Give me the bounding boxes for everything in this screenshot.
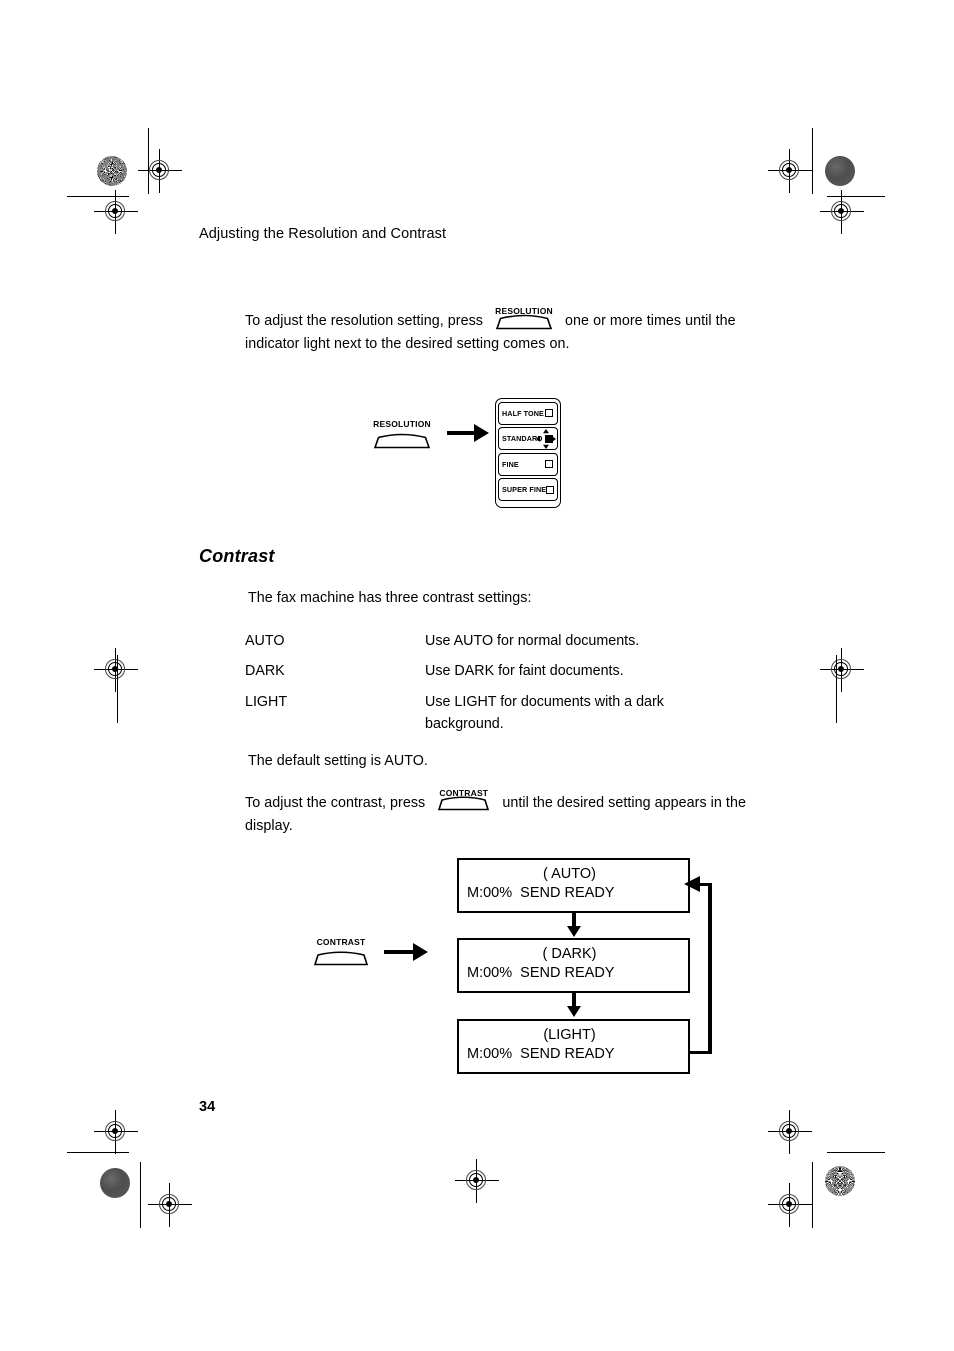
contrast-setting-description: Use LIGHT for documents with a dark back… — [425, 694, 664, 732]
contrast-instruction-line2: display. — [245, 818, 293, 834]
registration-target — [148, 1183, 192, 1227]
registration-target — [820, 190, 864, 234]
resolution-instruction-part2: one or more times until the — [565, 313, 736, 329]
resolution-key-glyph-inline[interactable]: RESOLUTION — [495, 306, 553, 330]
resolution-diagram-arrow-icon — [447, 424, 489, 442]
contrast-setting-name: LIGHT — [245, 694, 288, 710]
lcd-line-2: M:00% SEND READY — [467, 885, 615, 901]
trim-line — [812, 1162, 814, 1228]
resolution-indicator-panel: HALF TONE STANDARD FINE SUPER FINE — [495, 398, 561, 508]
registration-target — [94, 648, 138, 692]
contrast-key-glyph-inline[interactable]: CONTRAST — [437, 788, 490, 811]
contrast-screen-dark: ( DARK) M:00% SEND READY — [457, 938, 690, 993]
lcd-line-1: ( AUTO) — [543, 866, 596, 882]
contrast-diagram-arrow-icon — [384, 943, 428, 961]
halftone-patch — [97, 156, 127, 186]
contrast-default-note: The default setting is AUTO. — [248, 753, 428, 769]
resolution-indicator-led — [545, 434, 553, 443]
contrast-instruction-paragraph: To adjust the contrast, press CONTRAST u… — [245, 788, 785, 815]
contrast-setting-row: DARK Use DARK for faint documents. — [245, 660, 745, 682]
trim-line — [836, 655, 838, 723]
page-number: 34 — [199, 1099, 216, 1115]
contrast-setting-description: Use AUTO for normal documents. — [425, 633, 640, 649]
resolution-indicator-led — [545, 460, 553, 469]
resolution-key-label: RESOLUTION — [495, 305, 553, 316]
registration-target — [768, 1183, 812, 1227]
trim-line — [827, 1152, 885, 1154]
resolution-row-label: STANDARD — [502, 434, 543, 444]
resolution-indicator-led — [545, 409, 553, 417]
contrast-setting-name: AUTO — [245, 633, 285, 649]
page-running-head: Adjusting the Resolution and Contrast — [199, 226, 447, 242]
registration-target — [768, 149, 812, 193]
contrast-diagram-key-label: CONTRAST — [316, 937, 366, 947]
lcd-line-2: M:00% SEND READY — [467, 1046, 615, 1062]
registration-target — [94, 190, 138, 234]
registration-target — [455, 1159, 499, 1203]
lcd-line-2: M:00% SEND READY — [467, 965, 615, 981]
key-shape-icon — [313, 951, 369, 966]
contrast-key-glyph-diagram[interactable]: CONTRAST — [313, 937, 369, 966]
resolution-instruction-paragraph: To adjust the resolution setting, press … — [245, 306, 765, 333]
halftone-patch — [825, 156, 855, 186]
contrast-setting-row: LIGHT Use LIGHT for documents with a dark… — [245, 691, 745, 735]
trim-line — [812, 128, 814, 194]
resolution-indicator-led — [546, 485, 555, 494]
contrast-flow-arrow-auto-to-dark — [566, 913, 582, 937]
trim-line — [67, 1152, 129, 1154]
halftone-patch — [100, 1168, 130, 1198]
contrast-screen-light: (LIGHT) M:00% SEND READY — [457, 1019, 690, 1074]
lcd-line-1: (LIGHT) — [543, 1027, 596, 1043]
resolution-row-label: FINE — [502, 459, 519, 469]
lcd-line-1: ( DARK) — [542, 946, 597, 962]
registration-target — [138, 149, 182, 193]
registration-target — [94, 1110, 138, 1154]
resolution-row-label: HALF TONE — [502, 408, 544, 418]
trim-line — [140, 1162, 142, 1228]
key-shape-icon — [373, 433, 431, 449]
resolution-diagram-key-label: RESOLUTION — [373, 419, 431, 429]
contrast-intro-text: The fax machine has three contrast setti… — [248, 590, 532, 606]
resolution-key-glyph-diagram[interactable]: RESOLUTION — [373, 419, 431, 449]
contrast-instruction-part1: To adjust the contrast, press — [245, 795, 426, 811]
resolution-row-super-fine[interactable]: SUPER FINE — [498, 478, 558, 502]
contrast-setting-description: Use DARK for faint documents. — [425, 663, 624, 679]
contrast-flow-loop-light-to-auto — [684, 876, 728, 1066]
document-page: Adjusting the Resolution and Contrast To… — [0, 0, 954, 1351]
resolution-instruction-line2: indicator light next to the desired sett… — [245, 336, 570, 352]
registration-target — [768, 1110, 812, 1154]
halftone-patch — [825, 1166, 855, 1196]
resolution-row-fine[interactable]: FINE — [498, 452, 558, 476]
contrast-setting-row: AUTO Use AUTO for normal documents. — [245, 630, 745, 652]
contrast-flow-arrow-dark-to-light — [566, 993, 582, 1017]
contrast-instruction-part2: until the desired setting appears in the — [502, 795, 746, 811]
resolution-row-half-tone[interactable]: HALF TONE — [498, 401, 558, 425]
trim-line — [117, 655, 119, 723]
contrast-screen-auto: ( AUTO) M:00% SEND READY — [457, 858, 690, 913]
resolution-row-label: SUPER FINE — [502, 485, 547, 495]
contrast-key-label: CONTRAST — [439, 788, 489, 799]
resolution-instruction-part1: To adjust the resolution setting, press — [245, 313, 483, 329]
contrast-setting-name: DARK — [245, 663, 285, 679]
registration-target — [820, 648, 864, 692]
contrast-section-heading: Contrast — [199, 546, 275, 566]
resolution-row-standard[interactable]: STANDARD — [498, 427, 558, 451]
